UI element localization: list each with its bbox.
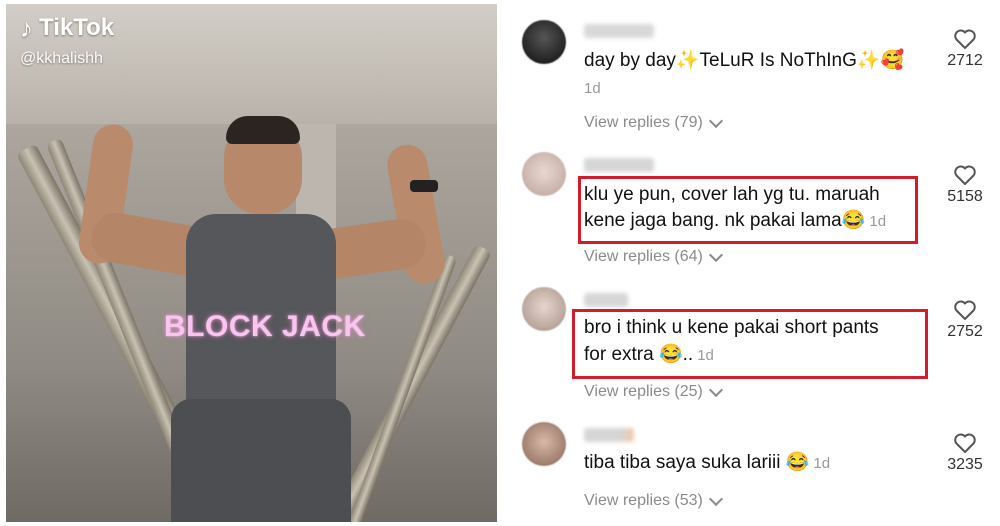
comment-text: day by day✨TeLuR Is NoThInG✨🥰: [584, 50, 905, 71]
highlight-box: [578, 176, 918, 244]
view-replies-button[interactable]: View replies (79): [584, 113, 723, 132]
avatar[interactable]: [522, 287, 566, 331]
heart-outline-icon: [954, 29, 976, 49]
heart-outline-icon: [954, 300, 976, 320]
chevron-down-icon: [708, 247, 723, 263]
view-replies-label: View replies (79): [584, 114, 703, 131]
avatar[interactable]: [522, 20, 566, 64]
like-count: 2712: [947, 52, 983, 69]
avatar[interactable]: [522, 422, 566, 466]
heart-outline-icon: [954, 165, 976, 185]
creator-handle[interactable]: @kkhalishh: [20, 50, 103, 68]
username-blurred[interactable]: [584, 293, 628, 307]
like-button[interactable]: 2712: [940, 28, 990, 70]
like-button[interactable]: 2752: [940, 299, 990, 341]
like-count: 3235: [947, 456, 983, 473]
person-legs: [171, 399, 351, 522]
avatar[interactable]: [522, 152, 566, 196]
video-frame[interactable]: ♪ TikTok @kkhalishh BLOCK JACK: [6, 4, 497, 522]
tiktok-logo: ♪ TikTok: [20, 14, 114, 42]
like-count: 2752: [947, 323, 983, 340]
comment-time: 1d: [813, 455, 831, 472]
like-button[interactable]: 5158: [940, 164, 990, 206]
view-replies-button[interactable]: View replies (25): [584, 382, 723, 401]
comment-time: 1d: [584, 80, 601, 97]
view-replies-button[interactable]: View replies (64): [584, 247, 723, 266]
comment-item: tiba tiba saya suka lariii 😂 1d View repl…: [522, 420, 992, 520]
chevron-down-icon: [708, 113, 723, 129]
username-blurred[interactable]: [584, 24, 654, 38]
view-replies-button[interactable]: View replies (53): [584, 491, 723, 510]
like-count: 5158: [947, 188, 983, 205]
view-replies-label: View replies (64): [584, 248, 703, 265]
username-blurred[interactable]: [584, 428, 634, 442]
heart-outline-icon: [954, 433, 976, 453]
tiktok-note-icon: ♪: [20, 13, 33, 43]
view-replies-label: View replies (53): [584, 492, 703, 509]
tiktok-app-name: TikTok: [39, 14, 115, 41]
comment-item: day by day✨TeLuR Is NoThInG✨🥰 1d View re…: [522, 18, 992, 138]
comment-text-line: tiba tiba saya suka lariii 😂 1d: [584, 448, 830, 479]
like-button[interactable]: 3235: [940, 432, 990, 474]
person-hair: [226, 116, 300, 144]
comment-text: tiba tiba saya suka lariii 😂: [584, 452, 810, 473]
chevron-down-icon: [708, 491, 723, 507]
video-overlay-caption: BLOCK JACK: [164, 310, 366, 343]
person-watch: [410, 180, 438, 192]
highlight-box: [572, 309, 928, 379]
view-replies-label: View replies (25): [584, 383, 703, 400]
username-blurred[interactable]: [584, 158, 654, 172]
chevron-down-icon: [708, 382, 723, 398]
